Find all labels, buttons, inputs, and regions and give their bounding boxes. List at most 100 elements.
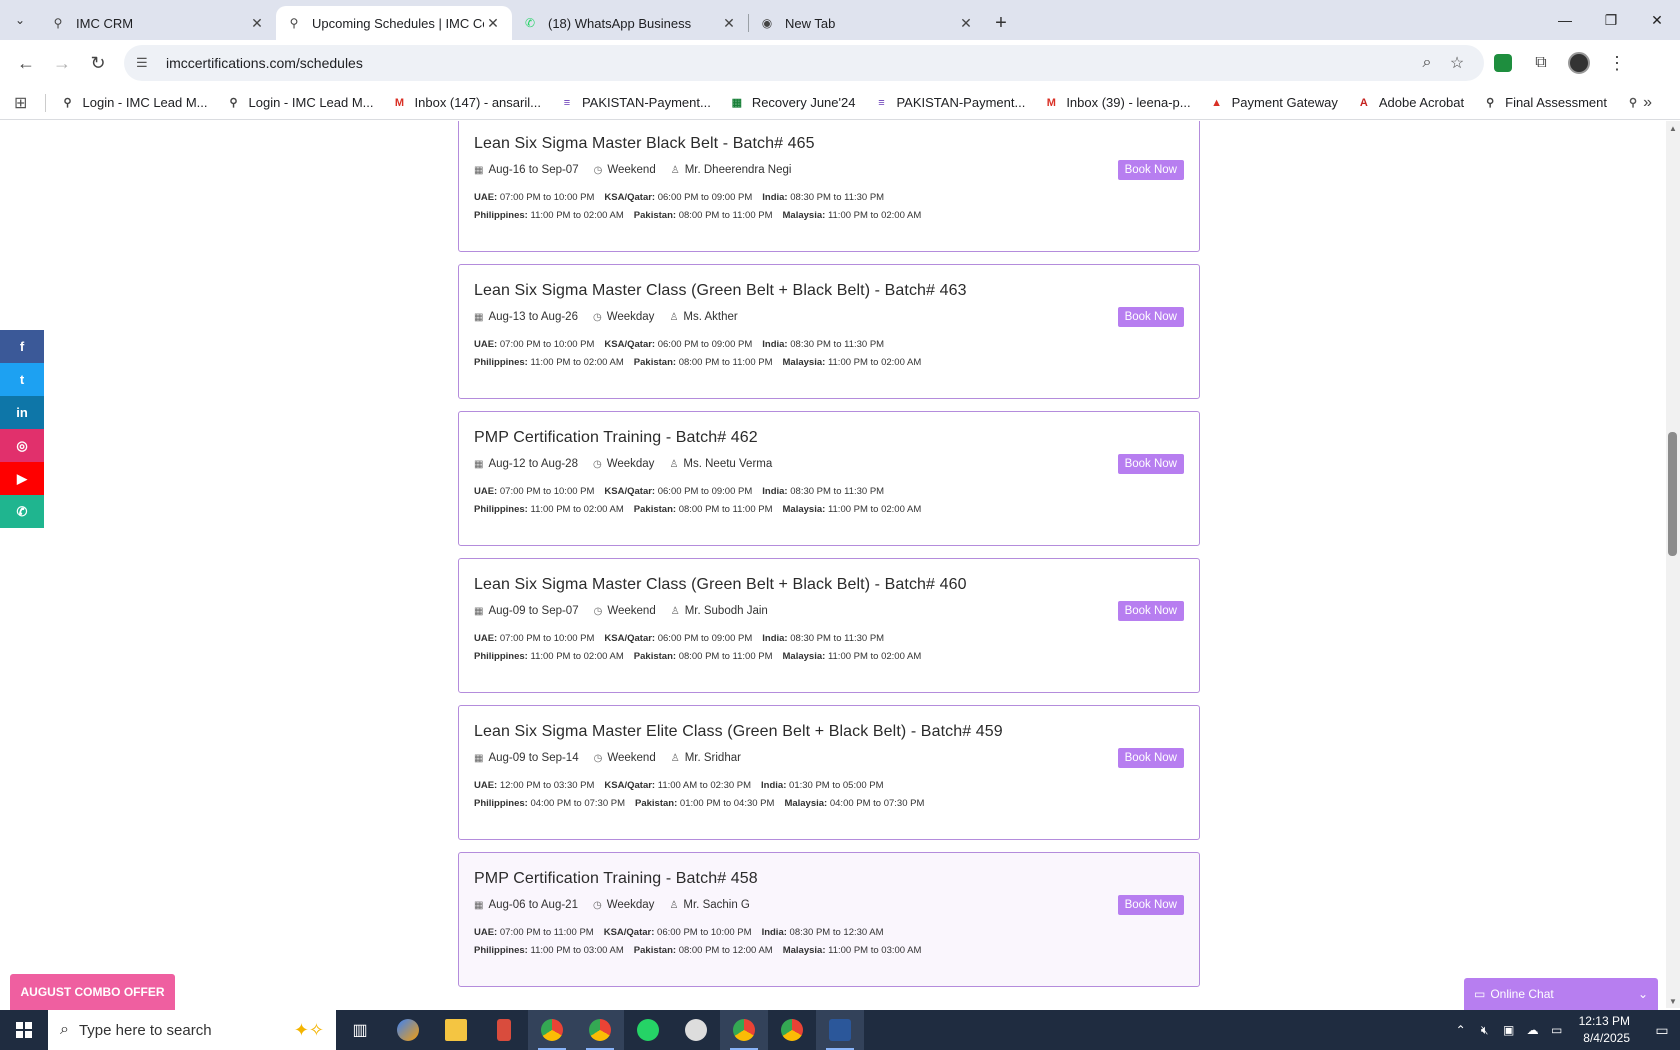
- copilot-icon[interactable]: [384, 1010, 432, 1050]
- taskbar-search-box[interactable]: ⌕ Type here to search ✦✧: [48, 1010, 336, 1050]
- close-tab-icon[interactable]: ✕: [248, 15, 266, 32]
- course-title: Lean Six Sigma Master Class (Green Belt …: [474, 282, 967, 299]
- bookmark-item[interactable]: ⚲ Login - IMC Lead M...: [60, 95, 207, 111]
- bookmark-item[interactable]: ≡ PAKISTAN-Payment...: [559, 95, 711, 111]
- batch-mode: Weekend: [607, 164, 656, 176]
- trainer-name: Mr. Sachin G: [683, 899, 750, 911]
- site-info-icon[interactable]: ☰: [136, 55, 160, 71]
- browser-tab[interactable]: ◉ New Tab ✕: [749, 6, 985, 40]
- onedrive-icon[interactable]: ☁: [1521, 1023, 1545, 1037]
- forward-button[interactable]: →: [44, 45, 80, 81]
- user-icon: ♙: [670, 752, 680, 764]
- book-now-button[interactable]: Book Now: [1117, 454, 1184, 474]
- restore-button[interactable]: ❐: [1588, 0, 1634, 40]
- bookmark-item[interactable]: ≡ PAKISTAN-Payment...: [873, 95, 1025, 111]
- chevron-up-icon[interactable]: ⌃: [1449, 1023, 1473, 1037]
- bookmark-item[interactable]: ▦ Recovery June'24: [729, 95, 856, 111]
- whatsapp-taskbar-icon[interactable]: [624, 1010, 672, 1050]
- extensions-puzzle-icon[interactable]: ⧉: [1522, 45, 1560, 81]
- page-scrollbar[interactable]: ▲ ▼: [1666, 121, 1680, 1008]
- forms-icon: ≡: [563, 96, 571, 109]
- search-icon: ⌕: [60, 1021, 69, 1038]
- url-text[interactable]: imccertifications.com/schedules: [160, 55, 1412, 71]
- word-taskbar-icon[interactable]: [816, 1010, 864, 1050]
- timezone-slot: Pakistan: 08:00 PM to 12:00 AM: [633, 945, 773, 956]
- extension-green-icon[interactable]: [1484, 45, 1522, 81]
- browser-tab[interactable]: ⚲ IMC CRM ✕: [40, 6, 276, 40]
- address-bar[interactable]: ☰ imccertifications.com/schedules ⌕ ☆: [124, 45, 1484, 81]
- book-now-button[interactable]: Book Now: [1117, 895, 1184, 915]
- batch-dates: Aug-13 to Aug-26: [488, 311, 578, 323]
- close-window-button[interactable]: ✕: [1634, 0, 1680, 40]
- browser-tab[interactable]: ⚲ Upcoming Schedules | IMC Certi ✕: [276, 6, 512, 40]
- chrome-taskbar-icon-2[interactable]: [576, 1010, 624, 1050]
- search-highlight-icon: ✦✧: [293, 1019, 324, 1040]
- zoom-icon[interactable]: ⌕: [1412, 54, 1442, 72]
- chrome-taskbar-icon-1[interactable]: [528, 1010, 576, 1050]
- start-button[interactable]: [0, 1010, 48, 1050]
- network-icon[interactable]: ▭: [1545, 1023, 1569, 1037]
- online-chat-widget[interactable]: ▭ Online Chat ⌄: [1464, 978, 1658, 1010]
- system-clock[interactable]: 12:13 PM 8/4/2025: [1579, 1013, 1630, 1047]
- clock-app-icon[interactable]: [672, 1010, 720, 1050]
- task-view-icon[interactable]: ▥: [336, 1010, 384, 1050]
- timezone-slot: UAE: 07:00 PM to 10:00 PM: [474, 486, 595, 497]
- close-tab-icon[interactable]: ✕: [957, 15, 975, 32]
- notifications-icon[interactable]: ▭: [1644, 1022, 1680, 1039]
- scroll-up-arrow-icon[interactable]: ▲: [1666, 121, 1680, 135]
- facebook-icon[interactable]: f: [0, 330, 44, 363]
- timezone-slot: India: 08:30 PM to 11:30 PM: [762, 192, 885, 203]
- volume-muted-icon[interactable]: 🔇︎: [1473, 1023, 1497, 1038]
- close-tab-icon[interactable]: ✕: [720, 15, 738, 32]
- course-title: Lean Six Sigma Master Elite Class (Green…: [474, 723, 1003, 740]
- bookmark-item[interactable]: M Inbox (147) - ansaril...: [392, 95, 541, 111]
- back-button[interactable]: ←: [8, 45, 44, 81]
- instagram-icon[interactable]: ◎: [0, 429, 44, 462]
- bookmark-item[interactable]: ⚲ Final Assessment: [1482, 95, 1607, 111]
- bookmark-item[interactable]: M Inbox (39) - leena-p...: [1043, 95, 1191, 111]
- chrome-taskbar-icon-4[interactable]: [768, 1010, 816, 1050]
- calendar-icon: ▦: [474, 311, 484, 323]
- more-bookmarks-chevron-icon[interactable]: »: [1643, 94, 1652, 112]
- twitter-icon[interactable]: t: [0, 363, 44, 396]
- app-pinned-icon[interactable]: [480, 1010, 528, 1050]
- book-now-button[interactable]: Book Now: [1117, 160, 1184, 180]
- youtube-icon[interactable]: ▶: [0, 462, 44, 495]
- bookmark-item[interactable]: A Adobe Acrobat: [1356, 95, 1464, 111]
- browser-menu-icon[interactable]: ⋮: [1598, 45, 1636, 81]
- book-now-button[interactable]: Book Now: [1117, 601, 1184, 621]
- bookmark-star-icon[interactable]: ☆: [1442, 53, 1472, 73]
- schedule-meta: ▦ Aug-16 to Sep-07 ◷ Weekend ♙ Mr. Dheerendra…: [474, 161, 1184, 179]
- tab-search-button[interactable]: ⌄: [0, 0, 40, 40]
- book-now-button[interactable]: Book Now: [1117, 307, 1184, 327]
- timezone-slot: Pakistan: 08:00 PM to 11:00 PM: [633, 651, 773, 662]
- scroll-down-arrow-icon[interactable]: ▼: [1666, 994, 1680, 1008]
- august-combo-offer-button[interactable]: AUGUST COMBO OFFER: [10, 974, 175, 1010]
- bookmark-item[interactable]: ⚲ Login - IMC Lead M...: [226, 95, 373, 111]
- file-explorer-icon[interactable]: [432, 1010, 480, 1050]
- chrome-taskbar-icon-3[interactable]: [720, 1010, 768, 1050]
- schedule-card: PMP Certification Training - Batch# 458 ▦…: [458, 852, 1200, 987]
- chevron-down-icon[interactable]: ⌄: [1638, 987, 1648, 1001]
- clock-icon: ◷: [593, 605, 603, 617]
- reload-button[interactable]: ↻: [80, 45, 116, 81]
- timezone-slot: Malaysia: 11:00 PM to 02:00 AM: [782, 651, 922, 662]
- batch-mode: Weekend: [607, 605, 656, 617]
- profile-avatar[interactable]: [1560, 45, 1598, 81]
- user-icon: ♙: [670, 605, 680, 617]
- close-tab-icon[interactable]: ✕: [484, 15, 502, 32]
- bookmark-item[interactable]: ▲ Payment Gateway: [1209, 95, 1338, 111]
- book-now-button[interactable]: Book Now: [1117, 748, 1184, 768]
- batch-dates: Aug-09 to Sep-14: [488, 752, 579, 764]
- apps-grid-icon[interactable]: ⊞: [14, 93, 29, 113]
- browser-tab[interactable]: ✆ (18) WhatsApp Business ✕: [512, 6, 748, 40]
- scrollbar-thumb[interactable]: [1668, 432, 1677, 556]
- new-tab-button[interactable]: +: [985, 6, 1017, 40]
- minimize-button[interactable]: —: [1542, 0, 1588, 40]
- meet-now-icon[interactable]: ▣: [1497, 1023, 1521, 1037]
- windows-taskbar: ⌕ Type here to search ✦✧ ▥ ⌃ 🔇︎ ▣ ☁ ▭ 12…: [0, 1010, 1680, 1050]
- linkedin-icon[interactable]: in: [0, 396, 44, 429]
- whatsapp-icon[interactable]: ✆: [0, 495, 44, 528]
- schedule-meta: ▦ Aug-12 to Aug-28 ◷ Weekday ♙ Ms. Neetu Verm…: [474, 455, 1184, 473]
- calendar-icon: ▦: [474, 752, 484, 764]
